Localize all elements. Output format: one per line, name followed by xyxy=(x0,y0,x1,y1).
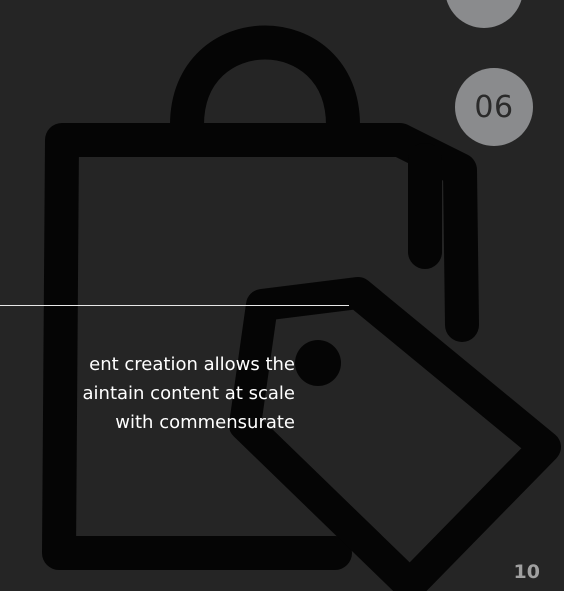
body-text-line: with commensurate xyxy=(115,412,295,433)
bag-handle xyxy=(170,25,360,142)
body-text-line: ent creation allows the xyxy=(89,354,295,375)
section-divider xyxy=(0,305,349,306)
page-number: 10 xyxy=(513,561,540,583)
body-text-line: aintain content at scale xyxy=(82,383,295,404)
body-text: ent creation allows the aintain content … xyxy=(0,350,295,437)
current-step-circle: 06 xyxy=(455,68,533,146)
price-tag-hole xyxy=(295,340,341,386)
slide: 06 ent creation allows the aintain conte… xyxy=(0,0,564,591)
